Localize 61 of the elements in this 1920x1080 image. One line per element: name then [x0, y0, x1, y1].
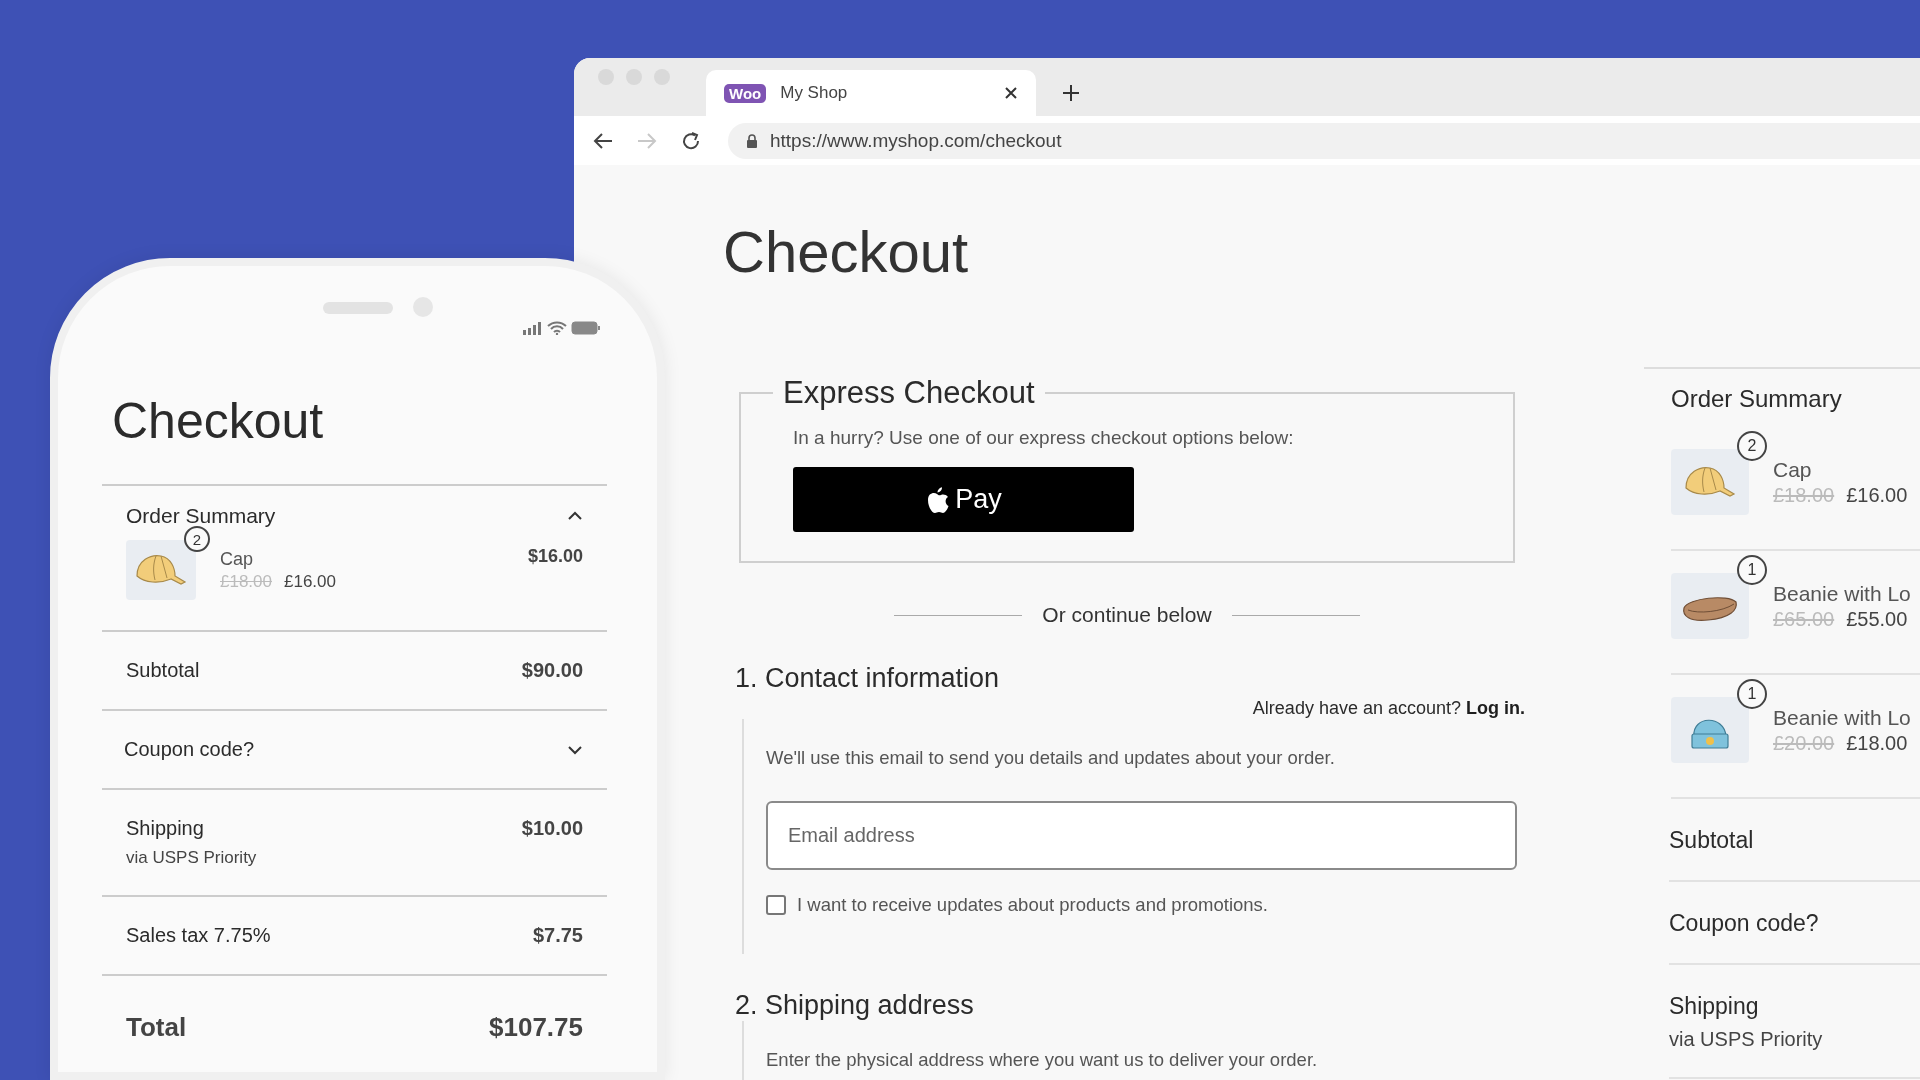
shop-logo: Woo: [724, 83, 767, 103]
sale-price: £16.00: [284, 571, 336, 592]
product-name: Cap: [1773, 457, 1813, 482]
divider-text: Or continue below: [1042, 603, 1212, 627]
account-prompt: Already have an account?: [1252, 698, 1461, 719]
summary-value: $107.75: [489, 1012, 583, 1043]
quantity-badge: 1: [1737, 679, 1767, 709]
quantity-badge: 2: [184, 526, 210, 552]
checkbox[interactable]: [766, 895, 786, 915]
section-hint: Enter the physical address where you want us to deliver your order.: [766, 1049, 1319, 1071]
sale-price: £55.00: [1846, 607, 1908, 631]
original-price: £65.00: [1773, 607, 1835, 631]
original-price: £18.00: [220, 571, 272, 592]
summary-label: Shipping: [126, 817, 205, 840]
address-bar[interactable]: https://www.myshop.com/checkout: [728, 122, 1920, 159]
product-name: Beanie with Lo: [1773, 581, 1911, 606]
lock-icon: [746, 132, 758, 149]
page-title: Checkout: [112, 392, 325, 450]
summary-title: Order Summary: [1671, 385, 1843, 413]
shipping-method: via USPS Priority: [1669, 1028, 1824, 1051]
summary-value: $90.00: [521, 659, 583, 682]
email-field[interactable]: Email address: [766, 801, 1517, 870]
sale-price: £18.00: [1846, 731, 1908, 755]
summary-toggle[interactable]: Order Summary: [126, 504, 583, 528]
sale-price: £16.00: [1846, 483, 1908, 507]
close-icon[interactable]: [1004, 86, 1018, 100]
browser-tab[interactable]: Woo My Shop: [706, 70, 1036, 116]
section-heading: 1. Contact information: [735, 663, 1001, 694]
signal-icon: [523, 321, 543, 335]
summary-value: $7.75: [532, 924, 583, 947]
panel-text: In a hurry? Use one of our express checkout options below:: [793, 427, 1295, 449]
pay-button[interactable]: Pay: [793, 467, 1134, 532]
login-link[interactable]: Log in.: [1466, 698, 1525, 719]
reload-icon[interactable]: [680, 129, 702, 152]
url-text: https://www.myshop.com/checkout: [770, 129, 1062, 152]
product-name: Beanie with Lo: [1773, 705, 1911, 730]
section-heading: 2. Shipping address: [735, 990, 975, 1021]
wifi-icon: [547, 321, 567, 335]
checkbox-label: I want to receive updates about products and promotions.: [797, 894, 1268, 916]
summary-label: Sales tax 7.75%: [126, 924, 271, 947]
section-hint: We'll use this email to send you details and updates about your order.: [766, 747, 1336, 769]
product-name: Cap: [220, 548, 255, 570]
shipping-method: via USPS Priority: [126, 848, 257, 868]
plus-icon[interactable]: [1062, 84, 1080, 102]
coupon-toggle[interactable]: Coupon code?: [102, 711, 607, 790]
page-title: Checkout: [723, 218, 970, 286]
quantity-badge: 1: [1737, 555, 1767, 585]
summary-label: Coupon code?: [1669, 910, 1820, 937]
quantity-badge: 2: [1737, 431, 1767, 461]
tab-title: My Shop: [780, 83, 849, 103]
summary-label: Subtotal: [126, 659, 200, 682]
summary-label: Subtotal: [1669, 827, 1755, 854]
line-total: $16.00: [527, 546, 583, 567]
original-price: £20.00: [1773, 731, 1835, 755]
apple-icon: [925, 485, 950, 514]
summary-label: Total: [126, 1012, 187, 1043]
summary-label: Shipping: [1669, 993, 1760, 1020]
summary-value: $10.00: [521, 817, 583, 840]
original-price: £18.00: [1773, 483, 1835, 507]
battery-icon: [571, 321, 601, 335]
panel-title: Express Checkout: [782, 375, 1036, 411]
